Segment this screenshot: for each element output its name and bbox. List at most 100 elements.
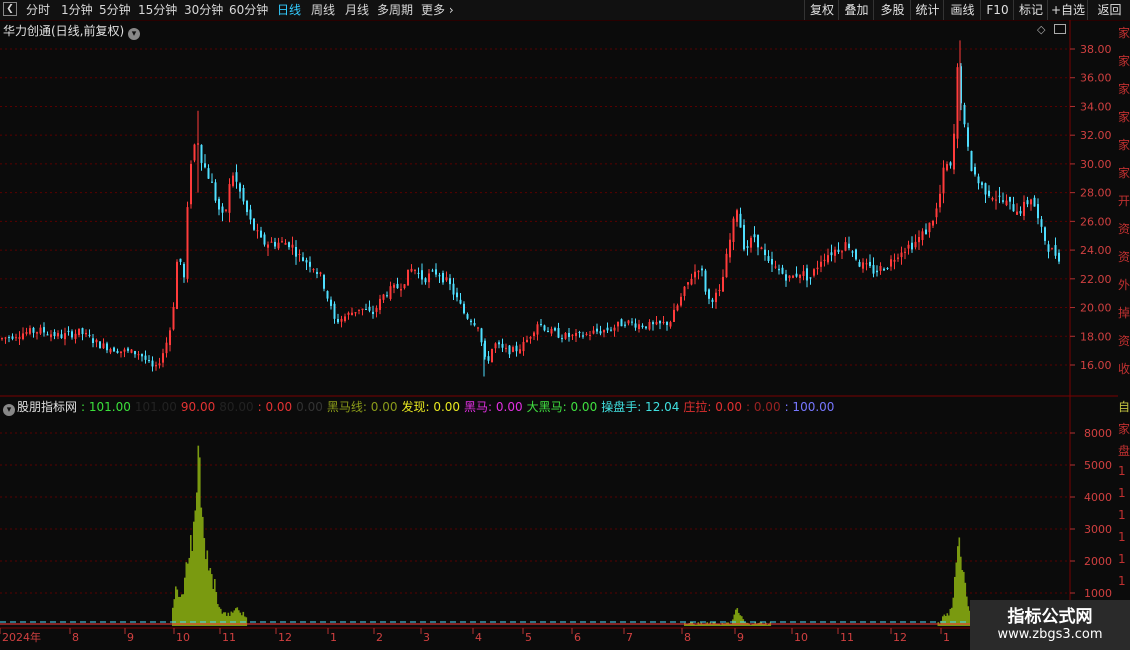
- candle-body: [305, 260, 308, 263]
- period-tab-6[interactable]: 日线: [277, 2, 301, 18]
- toolbar-button-7[interactable]: +自选: [1047, 0, 1088, 20]
- candle-body: [449, 278, 451, 285]
- candle-body: [809, 277, 812, 279]
- candle-body: [64, 333, 66, 340]
- candle-body: [1012, 204, 1015, 212]
- toolbar-button-1[interactable]: 叠加: [838, 0, 874, 20]
- candle-body: [638, 324, 640, 330]
- candle-body: [519, 349, 521, 354]
- toolbar-button-3[interactable]: 统计: [910, 0, 944, 20]
- candle-body: [15, 337, 17, 339]
- candle-body: [326, 291, 329, 299]
- candle-body: [1033, 197, 1036, 207]
- period-tab-0[interactable]: 分时: [26, 2, 50, 18]
- candle-body: [795, 273, 798, 277]
- candle-body: [757, 234, 759, 248]
- candle-body: [298, 254, 301, 256]
- candle-body: [771, 258, 773, 265]
- candle-body: [407, 269, 409, 286]
- candle-body: [722, 276, 724, 292]
- kline-chart[interactable]: 38.00 36.00 34.00 32.00 30.00 28.00 26.00 24.00…: [0, 20, 1130, 650]
- candle-body: [22, 333, 24, 340]
- period-tab-9[interactable]: 多周期: [377, 2, 413, 18]
- volume-bar: [175, 586, 177, 626]
- x-tick-label: 4: [475, 631, 482, 644]
- candle-body: [312, 269, 315, 271]
- period-tab-10[interactable]: 更多 ›: [421, 2, 454, 18]
- candle-body: [697, 270, 700, 273]
- candle-body: [85, 332, 87, 335]
- candle-body: [939, 193, 941, 208]
- top-toolbar: ❮ 分时 1分钟 5分钟 15分钟 30分钟 60分钟 日线 周线 月线 多周期 更多 › 复权 叠加…: [0, 0, 1130, 21]
- candle-body: [354, 312, 357, 314]
- back-arrow-icon[interactable]: ❮: [3, 2, 17, 16]
- candle-body: [337, 319, 339, 323]
- x-tick-label: 9: [737, 631, 744, 644]
- candle-body: [372, 311, 374, 315]
- candle-body: [368, 306, 371, 311]
- volume-bar: [949, 608, 952, 626]
- period-tab-4[interactable]: 30分钟: [184, 2, 223, 18]
- candle-body: [435, 269, 437, 275]
- candle-body: [309, 261, 311, 267]
- volume-bar: [206, 550, 209, 626]
- candle-body: [715, 292, 717, 303]
- candle-body: [890, 259, 892, 267]
- side-char: 资: [1118, 222, 1130, 236]
- volume-bar: [711, 624, 713, 626]
- toolbar-button-4[interactable]: 画线: [943, 0, 981, 20]
- candle-body: [445, 277, 448, 281]
- x-tick-label: 11: [222, 631, 236, 644]
- candle-body: [11, 336, 14, 339]
- period-tab-8[interactable]: 月线: [345, 2, 369, 18]
- volume-bar: [720, 624, 722, 626]
- period-tab-5[interactable]: 60分钟: [229, 2, 268, 18]
- candle-body: [848, 243, 850, 249]
- candle-body: [785, 274, 787, 281]
- candle-body: [102, 343, 105, 349]
- toolbar-button-2[interactable]: 多股: [873, 0, 911, 20]
- candle-body: [130, 349, 133, 353]
- candle-body: [991, 198, 994, 200]
- candle-body: [260, 230, 262, 238]
- period-tab-2[interactable]: 5分钟: [99, 2, 131, 18]
- candle-body: [1030, 199, 1032, 205]
- toolbar-button-8[interactable]: 返回: [1087, 0, 1130, 20]
- candle-body: [676, 305, 679, 311]
- toolbar-button-5[interactable]: F10: [980, 0, 1014, 20]
- volume-bar: [750, 625, 752, 626]
- candle-body: [914, 241, 917, 248]
- period-tab-3[interactable]: 15分钟: [138, 2, 177, 18]
- period-tab-1[interactable]: 1分钟: [61, 2, 93, 18]
- volume-bar: [942, 616, 944, 626]
- candle-body: [743, 224, 745, 250]
- toolbar-button-6[interactable]: 标记: [1013, 0, 1048, 20]
- candle-body: [928, 222, 931, 233]
- volume-bar: [951, 607, 953, 626]
- candle-body: [921, 231, 924, 240]
- toolbar-button-0[interactable]: 复权: [804, 0, 839, 20]
- candle-body: [39, 327, 42, 334]
- candle-body: [694, 271, 696, 278]
- volume-bar: [763, 624, 766, 626]
- period-tab-7[interactable]: 周线: [311, 2, 335, 18]
- candle-body: [655, 321, 658, 325]
- candle-body: [382, 294, 385, 300]
- candle-body: [1016, 211, 1018, 215]
- price-tick-label: 30.00: [1080, 158, 1112, 171]
- candle-body: [1044, 227, 1046, 241]
- candle-body: [802, 271, 805, 276]
- candle-body: [452, 283, 455, 295]
- candle-body: [893, 259, 896, 262]
- candle-body: [851, 251, 854, 253]
- candle-body: [610, 329, 612, 331]
- candle-body: [340, 318, 343, 322]
- x-tick-label: 12: [893, 631, 907, 644]
- side-char-lower: 盘: [1118, 444, 1130, 458]
- candle-body: [95, 339, 98, 343]
- candle-body: [634, 323, 637, 328]
- candle-body: [491, 348, 493, 363]
- candle-body: [120, 351, 122, 354]
- candle-body: [631, 321, 633, 323]
- candle-body: [179, 258, 182, 262]
